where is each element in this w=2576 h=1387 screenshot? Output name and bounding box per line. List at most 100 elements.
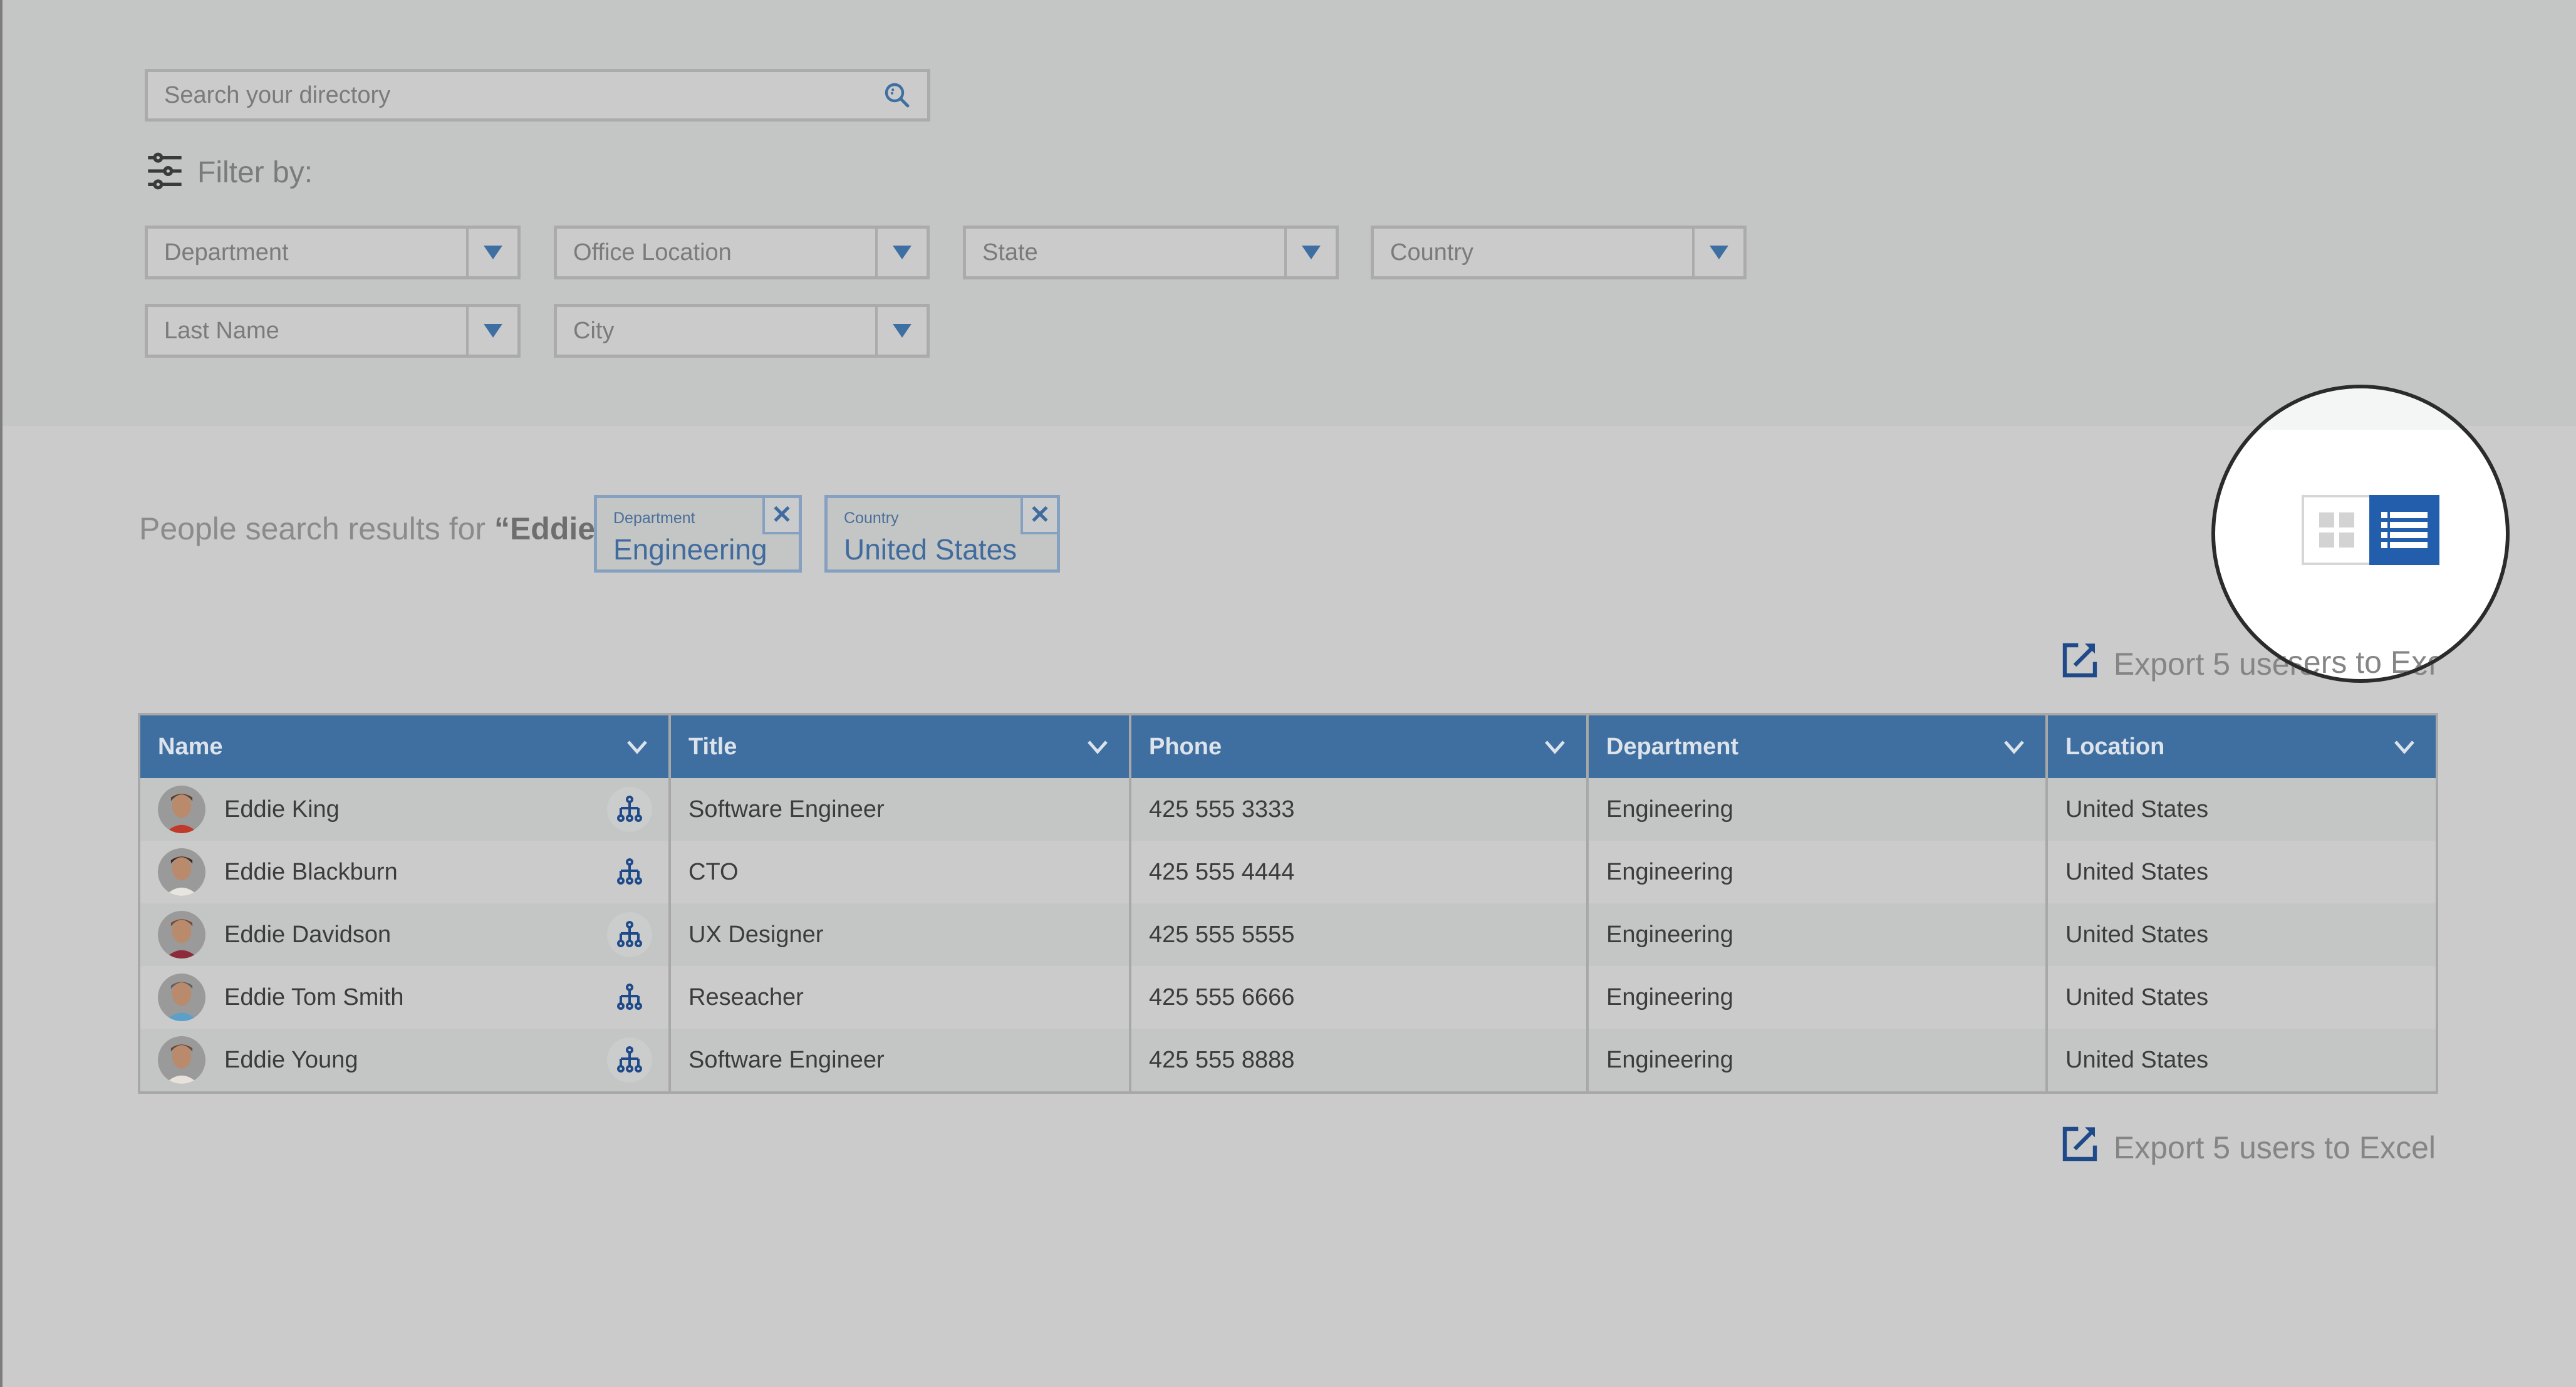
title-cell: Software Engineer <box>671 1029 1131 1091</box>
export-label: Export 5 users to Excel <box>2113 1130 2436 1165</box>
person-name[interactable]: Eddie Tom Smith <box>224 984 404 1011</box>
caret-down-icon <box>893 324 911 338</box>
dropdown-label: State <box>982 239 1038 266</box>
org-chart-icon[interactable] <box>607 849 652 895</box>
external-link-icon <box>2060 640 2100 688</box>
dropdown-toggle[interactable] <box>466 229 517 276</box>
table-header: Name Title Phone Department Location <box>140 713 2436 778</box>
column-header-department[interactable]: Department <box>1589 715 2048 778</box>
name-cell: Eddie Davidson <box>140 903 671 966</box>
name-cell: Eddie King <box>140 778 671 841</box>
caret-down-icon <box>484 246 502 259</box>
spotlight-highlight: Export 5 users to Excel <box>2211 385 2510 683</box>
dropdown-label: Last Name <box>164 317 279 344</box>
results-heading: People search results for “Eddie” <box>139 511 611 547</box>
department-cell: Engineering <box>1589 778 2048 841</box>
country-dropdown[interactable]: Country <box>1371 226 1747 279</box>
title-cell: UX Designer <box>671 903 1131 966</box>
chevron-down-icon[interactable] <box>2392 734 2417 759</box>
grid-cell <box>2319 532 2334 548</box>
department-dropdown[interactable]: Department <box>145 226 521 279</box>
phone-cell: 425 555 8888 <box>1131 1029 1589 1091</box>
dropdown-toggle[interactable] <box>466 307 517 355</box>
table-row[interactable]: Eddie Blackburn CTO 425 555 4444 Enginee… <box>140 841 2436 903</box>
column-header-phone[interactable]: Phone <box>1131 715 1589 778</box>
grid-cell <box>2339 512 2354 527</box>
sliders-icon <box>145 151 185 194</box>
org-chart-icon[interactable] <box>607 975 652 1020</box>
caret-down-icon <box>1302 246 1321 259</box>
avatar[interactable] <box>158 974 205 1021</box>
results-prefix: People search results for <box>139 511 494 546</box>
chip-value: Engineering <box>613 533 767 566</box>
chevron-down-icon[interactable] <box>1085 734 1110 759</box>
column-header-location[interactable]: Location <box>2048 715 2436 778</box>
avatar[interactable] <box>158 848 205 896</box>
chevron-down-icon[interactable] <box>625 734 650 759</box>
dropdown-label: Department <box>164 239 289 266</box>
export-excel-link-bottom[interactable]: Export 5 users to Excel <box>2060 1124 2436 1171</box>
table-body: Eddie King Software Engineer 425 555 333… <box>140 778 2436 1091</box>
name-cell: Eddie Blackburn <box>140 841 671 903</box>
spotlight-panel-edge <box>2215 388 2506 430</box>
dropdown-toggle[interactable] <box>1284 229 1336 276</box>
list-icon-row <box>2381 542 2439 548</box>
view-toggle <box>2302 495 2439 565</box>
dropdown-label: Office Location <box>573 239 732 266</box>
phone-cell: 425 555 5555 <box>1131 903 1589 966</box>
phone-cell: 425 555 3333 <box>1131 778 1589 841</box>
location-cell: United States <box>2065 921 2209 948</box>
person-name[interactable]: Eddie Young <box>224 1047 358 1074</box>
title-cell: Software Engineer <box>671 778 1131 841</box>
table-row[interactable]: Eddie Young Software Engineer 425 555 88… <box>140 1029 2436 1091</box>
people-table: Name Title Phone Department Location Edd… <box>138 713 2438 1094</box>
column-header-title[interactable]: Title <box>671 715 1131 778</box>
name-cell: Eddie Tom Smith <box>140 966 671 1029</box>
search-input[interactable] <box>164 72 878 118</box>
name-cell: Eddie Young <box>140 1029 671 1091</box>
grid-view-button[interactable] <box>2302 495 2369 565</box>
window-edge <box>0 0 3 1387</box>
phone-cell: 425 555 6666 <box>1131 966 1589 1029</box>
chip-value: United States <box>844 533 1017 566</box>
dropdown-label: City <box>573 317 615 344</box>
remove-chip-button[interactable]: ✕ <box>762 498 799 534</box>
list-icon-row <box>2381 522 2439 528</box>
table-row[interactable]: Eddie King Software Engineer 425 555 333… <box>140 778 2436 841</box>
dropdown-toggle[interactable] <box>875 229 927 276</box>
dropdown-toggle[interactable] <box>1692 229 1743 276</box>
location-cell: United States <box>2065 1046 2209 1073</box>
org-chart-icon[interactable] <box>607 1037 652 1083</box>
person-name[interactable]: Eddie Davidson <box>224 922 391 948</box>
list-icon-row <box>2381 512 2439 518</box>
title-cell: CTO <box>671 841 1131 903</box>
org-chart-icon[interactable] <box>607 912 652 957</box>
person-name[interactable]: Eddie Blackburn <box>224 859 398 886</box>
remove-chip-button[interactable]: ✕ <box>1021 498 1057 534</box>
search-icon[interactable] <box>878 76 916 114</box>
filter-chip-country: Country United States ✕ <box>824 495 1060 573</box>
state-dropdown[interactable]: State <box>963 226 1339 279</box>
list-view-button[interactable] <box>2369 495 2439 565</box>
dropdown-label: Country <box>1390 239 1474 266</box>
filter-by-text: Filter by: <box>197 155 313 189</box>
chevron-down-icon[interactable] <box>1542 734 1567 759</box>
last-name-dropdown[interactable]: Last Name <box>145 304 521 358</box>
search-box[interactable] <box>145 69 930 122</box>
avatar[interactable] <box>158 911 205 958</box>
grid-cell <box>2339 532 2354 548</box>
avatar[interactable] <box>158 786 205 833</box>
table-row[interactable]: Eddie Tom Smith Reseacher 425 555 6666 E… <box>140 966 2436 1029</box>
org-chart-icon[interactable] <box>607 787 652 832</box>
chevron-down-icon[interactable] <box>2002 734 2027 759</box>
list-icon-row <box>2381 532 2439 538</box>
avatar[interactable] <box>158 1036 205 1084</box>
person-name[interactable]: Eddie King <box>224 796 340 823</box>
search-filter-panel <box>0 0 2576 426</box>
phone-cell: 425 555 4444 <box>1131 841 1589 903</box>
dropdown-toggle[interactable] <box>875 307 927 355</box>
city-dropdown[interactable]: City <box>554 304 930 358</box>
column-header-name[interactable]: Name <box>140 715 671 778</box>
office-location-dropdown[interactable]: Office Location <box>554 226 930 279</box>
table-row[interactable]: Eddie Davidson UX Designer 425 555 5555 … <box>140 903 2436 966</box>
